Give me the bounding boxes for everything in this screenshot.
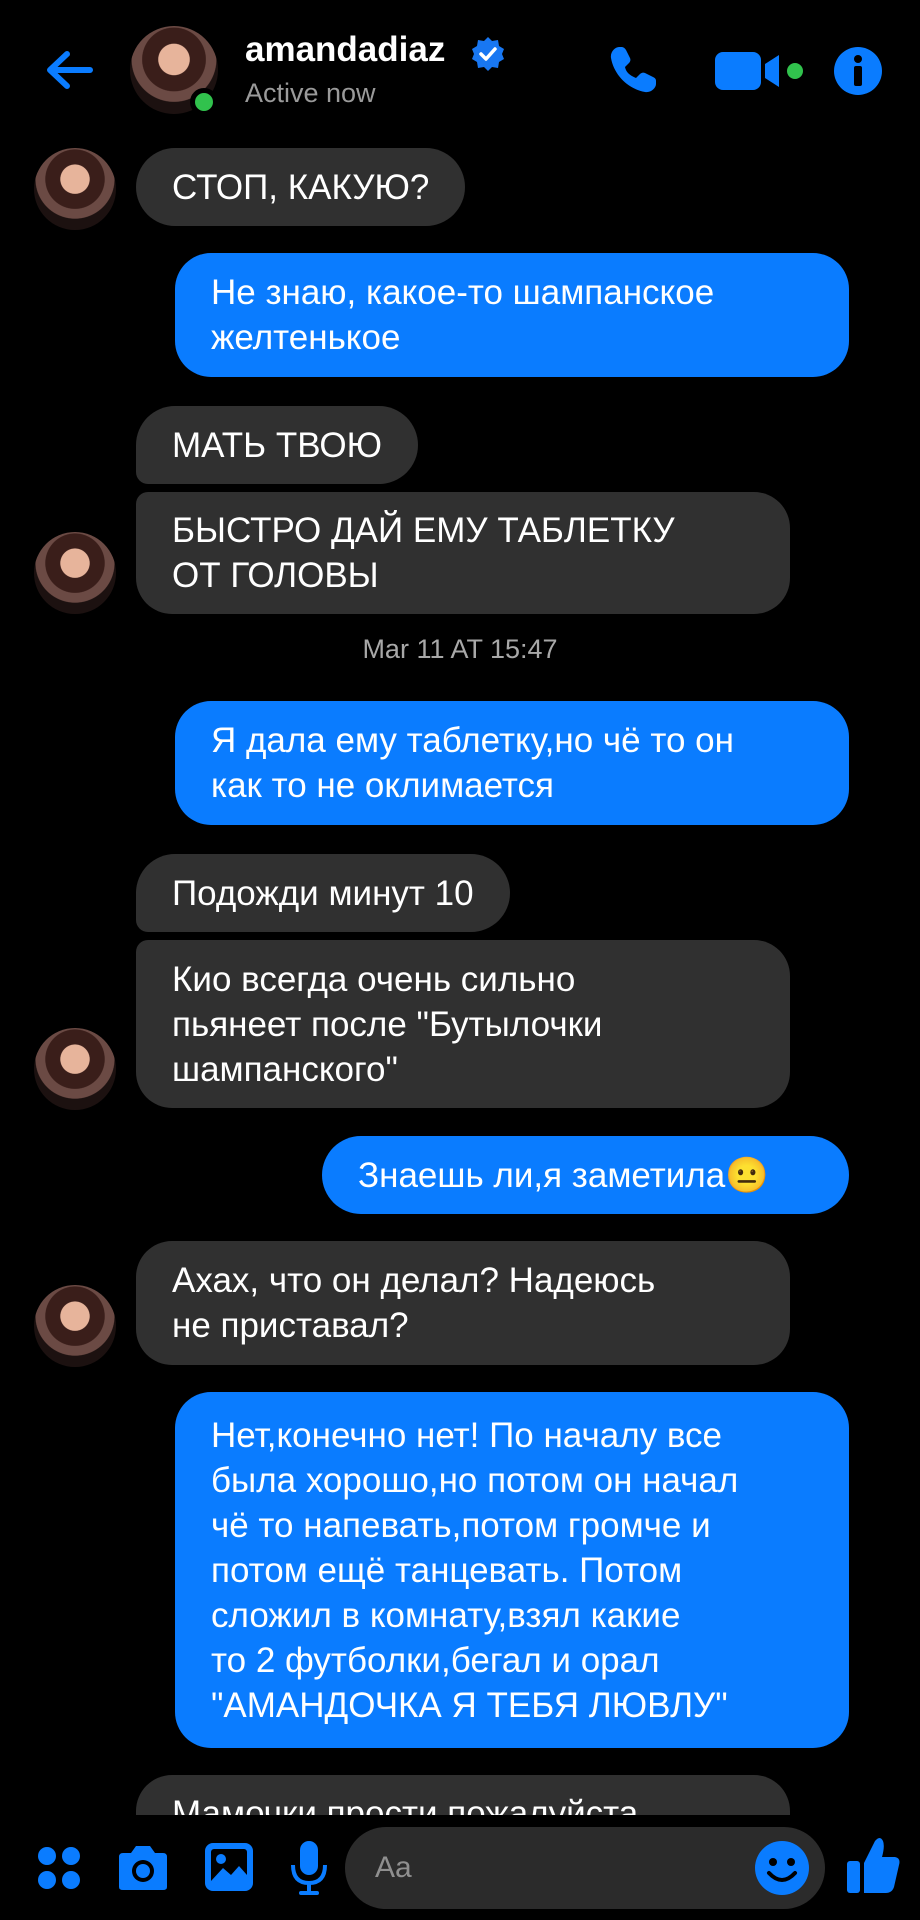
sender-avatar: [34, 532, 116, 614]
outgoing-message[interactable]: Я дала ему таблетку,но чё то он как то н…: [175, 701, 849, 825]
incoming-message[interactable]: Подожди минут 10: [136, 854, 510, 932]
chat-header: amandadiaz Active now: [0, 0, 920, 140]
incoming-message[interactable]: Мамочки прости пожалуйста: [136, 1775, 790, 1815]
message-input-pill[interactable]: [345, 1827, 825, 1909]
sender-avatar: [34, 148, 116, 230]
thumbs-up-icon[interactable]: [845, 1835, 901, 1895]
camera-icon[interactable]: [115, 1843, 171, 1893]
online-indicator: [190, 88, 218, 116]
message-timestamp: Mar 11 AT 15:47: [362, 634, 558, 664]
message-thread[interactable]: СТОП, КАКУЮ? Не знаю, какое-то шампанско…: [0, 140, 920, 1815]
verified-badge-icon: [472, 37, 504, 71]
contact-status: Active now: [245, 78, 376, 108]
back-arrow-icon[interactable]: [40, 45, 100, 95]
outgoing-message[interactable]: Нет,конечно нет! По началу все была хоро…: [175, 1392, 849, 1748]
incoming-message[interactable]: БЫСТРО ДАЙ ЕМУ ТАБЛЕТКУ ОТ ГОЛОВЫ: [136, 492, 790, 614]
phone-icon[interactable]: [605, 42, 661, 98]
sender-avatar: [34, 1028, 116, 1110]
incoming-message[interactable]: МАТЬ ТВОЮ: [136, 406, 418, 484]
contact-name[interactable]: amandadiaz: [245, 30, 445, 70]
smiley-icon[interactable]: [753, 1839, 811, 1897]
incoming-message[interactable]: Ахах, что он делал? Надеюсь не приставал…: [136, 1241, 790, 1365]
incoming-message[interactable]: СТОП, КАКУЮ?: [136, 148, 466, 226]
gallery-image-icon[interactable]: [203, 1841, 255, 1893]
incoming-message[interactable]: Кио всегда очень сильно пьянеет после "Б…: [136, 940, 790, 1108]
video-camera-icon[interactable]: [715, 48, 807, 94]
microphone-icon[interactable]: [289, 1839, 329, 1897]
outgoing-message[interactable]: Знаешь ли,я заметила😐: [322, 1136, 849, 1214]
four-dots-menu-icon[interactable]: [36, 1845, 82, 1891]
message-input[interactable]: [375, 1845, 755, 1891]
sender-avatar: [34, 1285, 116, 1367]
message-composer: [0, 1815, 920, 1920]
outgoing-message[interactable]: Не знаю, какое-то шампанское желтенькое: [175, 253, 849, 377]
info-icon[interactable]: [833, 46, 883, 96]
